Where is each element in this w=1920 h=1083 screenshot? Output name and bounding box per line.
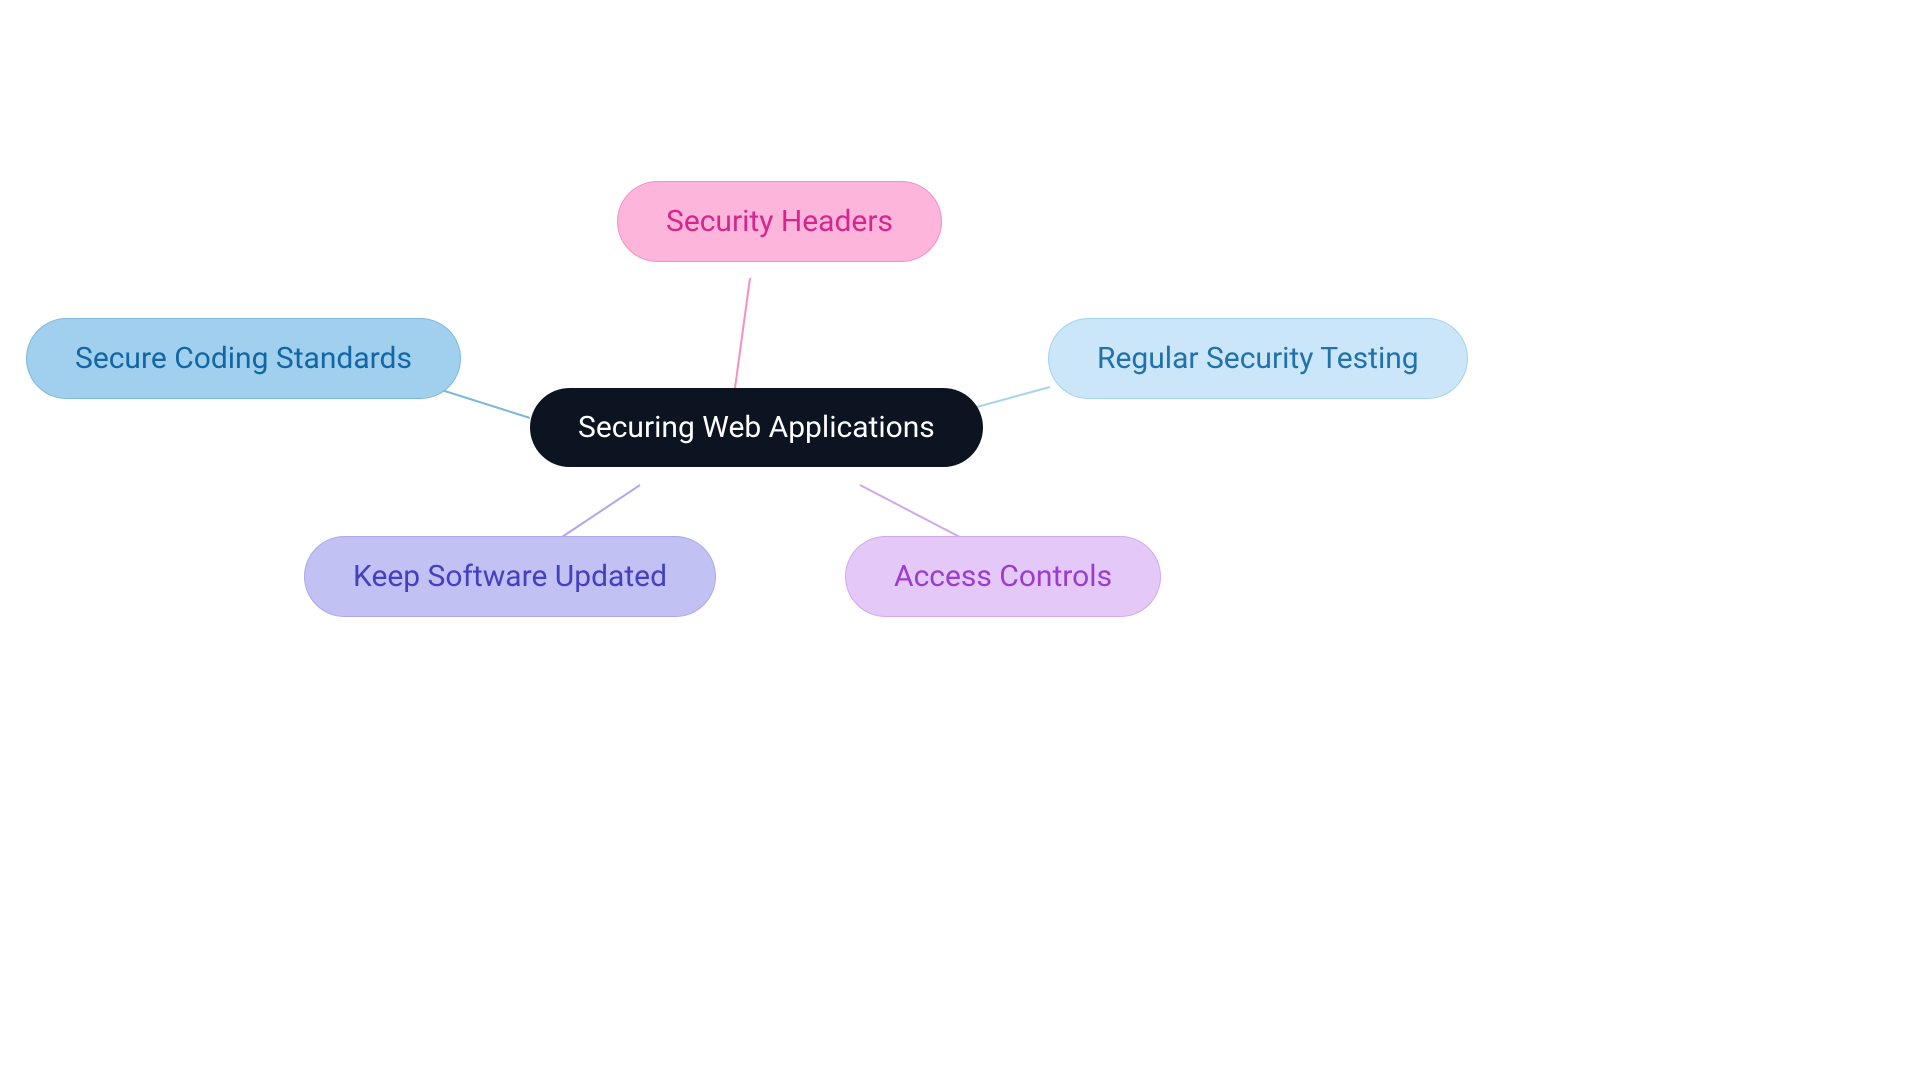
- node-label: Secure Coding Standards: [75, 341, 412, 376]
- node-security-headers: Security Headers: [617, 181, 942, 262]
- node-access-controls: Access Controls: [845, 536, 1161, 617]
- node-label: Access Controls: [894, 559, 1112, 594]
- node-keep-software-updated: Keep Software Updated: [304, 536, 716, 617]
- node-label: Security Headers: [666, 204, 893, 239]
- node-regular-security-testing: Regular Security Testing: [1048, 318, 1468, 399]
- center-node-securing-web-applications: Securing Web Applications: [530, 388, 983, 467]
- mind-map-diagram: Securing Web Applications Security Heade…: [0, 0, 1920, 1083]
- node-label: Regular Security Testing: [1097, 341, 1419, 376]
- connector-left: [432, 387, 530, 418]
- node-label: Keep Software Updated: [353, 559, 667, 594]
- connector-top: [735, 278, 750, 388]
- center-node-label: Securing Web Applications: [578, 410, 935, 445]
- node-secure-coding-standards: Secure Coding Standards: [26, 318, 461, 399]
